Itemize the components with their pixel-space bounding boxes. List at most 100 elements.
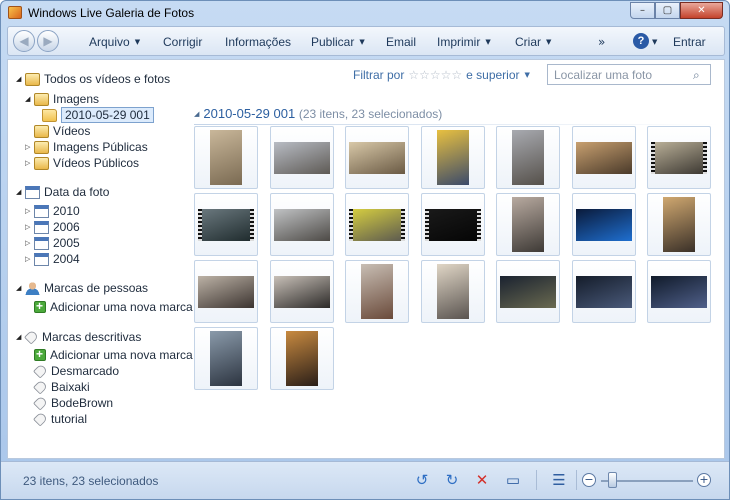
tree-item-public-videos[interactable]: ▷ Vídeos Públicos bbox=[25, 155, 139, 171]
tree-item-tag[interactable]: BodeBrown bbox=[32, 395, 113, 411]
photo-thumbnail[interactable] bbox=[194, 260, 258, 323]
collapsed-arrow-icon[interactable]: ▷ bbox=[25, 239, 34, 247]
photo-thumbnail[interactable] bbox=[421, 260, 485, 323]
search-input[interactable]: Localizar uma foto ⌕ bbox=[547, 64, 711, 85]
chevron-down-icon: ▼ bbox=[652, 38, 658, 46]
menu-publicar[interactable]: Publicar ▼ bbox=[311, 35, 365, 49]
filter-label: Filtrar por bbox=[353, 68, 405, 82]
collapsed-arrow-icon[interactable]: ▷ bbox=[25, 159, 34, 167]
rotate-left-icon[interactable]: ↺ bbox=[413, 471, 431, 489]
folder-icon bbox=[34, 92, 49, 106]
tree-item-all[interactable]: ◢ Todos os vídeos e fotos bbox=[16, 71, 170, 87]
minimize-button[interactable]: – bbox=[630, 2, 655, 19]
collapsed-arrow-icon[interactable]: ▷ bbox=[25, 255, 34, 263]
rating-stars-icon[interactable]: ☆☆☆☆☆ bbox=[408, 68, 462, 82]
expanded-arrow-icon[interactable]: ◢ bbox=[25, 95, 34, 103]
photo-thumbnail[interactable] bbox=[647, 193, 711, 256]
photo-thumbnail[interactable] bbox=[421, 126, 485, 189]
photo-preview bbox=[198, 275, 254, 308]
tree-item-year[interactable]: ▷ 2005 bbox=[25, 235, 80, 251]
status-bar: 23 itens, 23 selecionados ↺ ↻ ✕ ▭ ☰ − + bbox=[1, 461, 729, 499]
photo-thumbnail[interactable] bbox=[194, 193, 258, 256]
maximize-button[interactable]: ▢ bbox=[655, 2, 680, 19]
collapse-arrow-icon[interactable]: ◢ bbox=[194, 110, 199, 118]
tree-item-year[interactable]: ▷ 2006 bbox=[25, 219, 80, 235]
tag-icon bbox=[32, 395, 49, 411]
rating-qualifier-dropdown[interactable]: e superior ▼ bbox=[466, 68, 530, 82]
window-controls: – ▢ ✕ bbox=[630, 2, 723, 19]
photo-thumbnail[interactable] bbox=[421, 193, 485, 256]
delete-icon[interactable]: ✕ bbox=[473, 471, 491, 489]
collapsed-arrow-icon[interactable]: ▷ bbox=[25, 143, 34, 151]
tree-item-year[interactable]: ▷ 2010 bbox=[25, 203, 80, 219]
tree-item-date[interactable]: ◢ Data da foto bbox=[16, 184, 109, 200]
menu-corrigir[interactable]: Corrigir bbox=[163, 35, 202, 49]
tree-item-tag[interactable]: tutorial bbox=[32, 411, 87, 427]
group-header[interactable]: ◢ 2010-05-29 001 (23 itens, 23 selecionad… bbox=[194, 106, 442, 121]
title-bar[interactable]: Windows Live Galeria de Fotos – ▢ ✕ bbox=[1, 1, 729, 25]
search-icon[interactable]: ⌕ bbox=[693, 68, 706, 82]
zoom-in-button[interactable]: + bbox=[697, 473, 711, 487]
photo-thumbnail[interactable] bbox=[647, 126, 711, 189]
tree-item-people-tags[interactable]: ◢ Marcas de pessoas bbox=[16, 280, 148, 296]
group-divider bbox=[194, 124, 720, 125]
menu-criar[interactable]: Criar ▼ bbox=[515, 35, 551, 49]
tree-item-public-images[interactable]: ▷ Imagens Públicas bbox=[25, 139, 148, 155]
tree-item-descriptive-tags[interactable]: ◢ Marcas descritivas bbox=[16, 329, 141, 345]
photo-thumbnail[interactable] bbox=[194, 126, 258, 189]
photo-preview bbox=[210, 331, 242, 386]
collapsed-arrow-icon[interactable]: ▷ bbox=[25, 207, 34, 215]
tree-item-year[interactable]: ▷ 2004 bbox=[25, 251, 80, 267]
expanded-arrow-icon[interactable]: ◢ bbox=[16, 75, 25, 83]
help-icon[interactable]: ? bbox=[633, 33, 649, 49]
photo-thumbnail[interactable] bbox=[345, 260, 409, 323]
menu-arquivo[interactable]: Arquivo ▼ bbox=[89, 35, 140, 49]
add-people-tag-link[interactable]: Adicionar uma nova marca bbox=[34, 299, 193, 315]
slideshow-icon[interactable]: ▭ bbox=[504, 471, 522, 489]
add-descriptive-tag-link[interactable]: Adicionar uma nova marca bbox=[34, 347, 193, 363]
signin-button[interactable]: Entrar bbox=[673, 35, 706, 49]
photo-thumbnail[interactable] bbox=[270, 193, 334, 256]
tree-item-images[interactable]: ◢ Imagens bbox=[25, 91, 99, 107]
tree-item-tag[interactable]: Baixaki bbox=[32, 379, 90, 395]
collapsed-arrow-icon[interactable]: ▷ bbox=[25, 223, 34, 231]
details-view-icon[interactable]: ☰ bbox=[550, 471, 568, 489]
photo-thumbnail[interactable] bbox=[572, 260, 636, 323]
expanded-arrow-icon[interactable]: ◢ bbox=[16, 284, 25, 292]
menu-email[interactable]: Email bbox=[386, 35, 416, 49]
chevron-down-icon: ▼ bbox=[359, 38, 365, 46]
status-text: 23 itens, 23 selecionados bbox=[23, 474, 159, 488]
back-button[interactable]: ◀ bbox=[13, 30, 35, 52]
person-icon bbox=[25, 281, 40, 295]
photo-thumbnail[interactable] bbox=[572, 126, 636, 189]
close-button[interactable]: ✕ bbox=[680, 2, 723, 19]
photo-thumbnail[interactable] bbox=[572, 193, 636, 256]
folder-icon bbox=[34, 156, 49, 170]
photo-thumbnail[interactable] bbox=[496, 126, 560, 189]
photo-thumbnail[interactable] bbox=[496, 193, 560, 256]
photo-thumbnail[interactable] bbox=[496, 260, 560, 323]
photo-thumbnail[interactable] bbox=[647, 260, 711, 323]
tree-item-selected-folder[interactable]: 2010-05-29 001 bbox=[42, 107, 154, 123]
photo-thumbnail[interactable] bbox=[345, 193, 409, 256]
photo-thumbnail[interactable] bbox=[270, 327, 334, 390]
photo-thumbnail[interactable] bbox=[270, 260, 334, 323]
zoom-slider-thumb[interactable] bbox=[608, 472, 618, 488]
tree-item-tag[interactable]: Desmarcado bbox=[32, 363, 119, 379]
tree-item-videos[interactable]: Vídeos bbox=[34, 123, 90, 139]
calendar-icon bbox=[34, 252, 49, 266]
photo-thumbnail[interactable] bbox=[345, 126, 409, 189]
rotate-right-icon[interactable]: ↻ bbox=[443, 471, 461, 489]
toolbar-overflow-button[interactable]: » bbox=[598, 35, 605, 49]
expanded-arrow-icon[interactable]: ◢ bbox=[16, 188, 25, 196]
photo-thumbnail[interactable] bbox=[270, 126, 334, 189]
menu-imprimir[interactable]: Imprimir ▼ bbox=[437, 35, 491, 49]
forward-button[interactable]: ▶ bbox=[37, 30, 59, 52]
statusbar-separator bbox=[576, 470, 577, 490]
menu-informacoes[interactable]: Informações bbox=[225, 35, 291, 49]
calendar-icon bbox=[34, 220, 49, 234]
photo-thumbnail[interactable] bbox=[194, 327, 258, 390]
help-menu-caret[interactable]: ▼ bbox=[652, 35, 657, 49]
video-preview bbox=[651, 141, 707, 174]
zoom-out-button[interactable]: − bbox=[582, 473, 596, 487]
